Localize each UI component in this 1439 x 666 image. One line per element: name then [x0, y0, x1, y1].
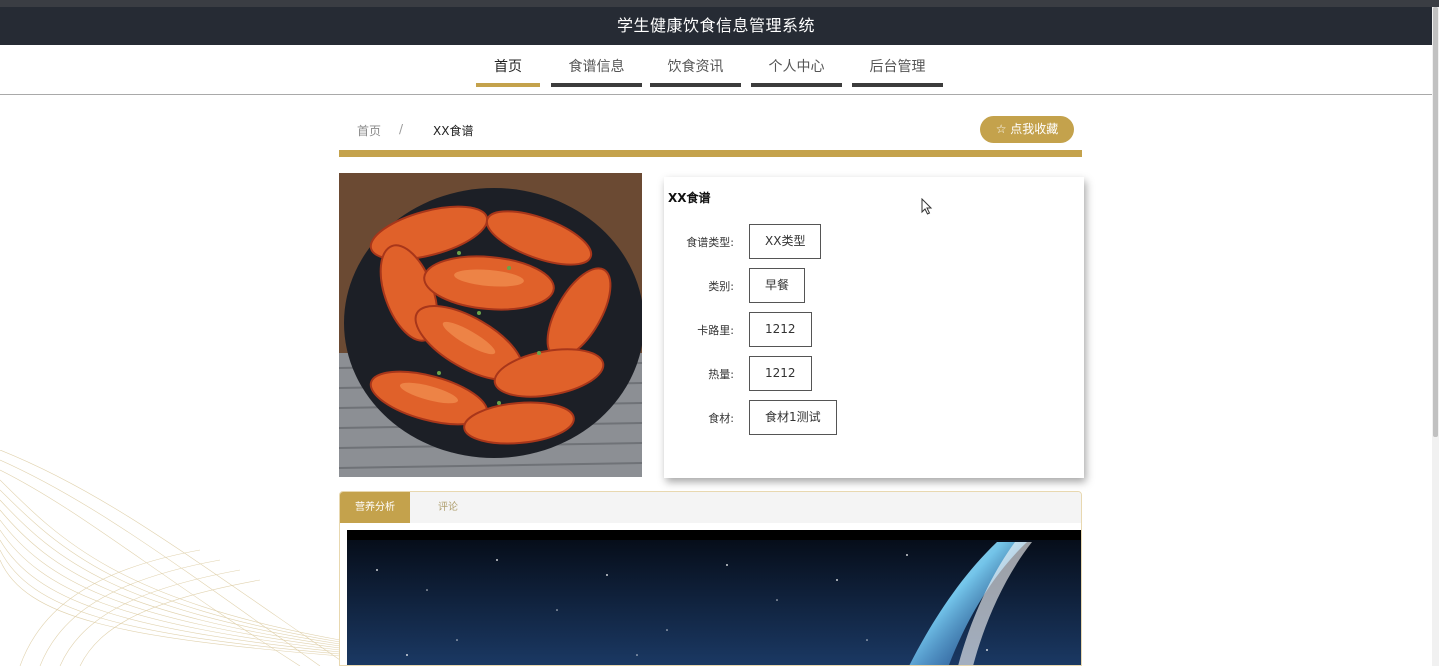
nav-item-diet-news[interactable]: 饮食资讯 — [650, 45, 741, 87]
field-label: 卡路里: — [697, 324, 734, 337]
recipe-photo — [339, 173, 642, 477]
site-title: 学生健康饮食信息管理系统 — [616, 16, 815, 35]
field-row-ingredients: 食材: 食材1测试 — [664, 400, 1064, 436]
browser-top-strip — [0, 0, 1439, 7]
tab-comments[interactable]: 评论 — [420, 492, 476, 523]
recipe-name: XX食谱 — [668, 191, 711, 205]
nutrition-banner-image — [347, 530, 1081, 665]
favorite-button[interactable]: ☆ 点我收藏 — [980, 116, 1074, 143]
field-value: 食材1测试 — [749, 400, 837, 435]
field-label: 热量: — [708, 368, 734, 381]
mouse-cursor-icon — [921, 198, 933, 215]
field-row-heat: 热量: 1212 — [664, 356, 1064, 392]
field-row-calories: 卡路里: 1212 — [664, 312, 1064, 348]
breadcrumb-separator: / — [399, 122, 404, 136]
nav-item-personal-center[interactable]: 个人中心 — [751, 45, 842, 87]
nav-item-home[interactable]: 首页 — [476, 45, 540, 87]
field-label: 食谱类型: — [686, 236, 734, 249]
detail-tabs: 营养分析 评论 — [339, 491, 1082, 666]
field-row-recipe-type: 食谱类型: XX类型 — [664, 224, 1064, 260]
field-value: XX类型 — [749, 224, 822, 259]
breadcrumb-home-link[interactable]: 首页 — [357, 122, 381, 139]
recipe-info-card: XX食谱 食谱类型: XX类型 类别: 早餐 卡路里: 1212 热量: 121… — [664, 177, 1084, 478]
tab-nutrition-analysis[interactable]: 营养分析 — [340, 492, 410, 523]
site-title-bar: 学生健康饮食信息管理系统 — [0, 7, 1432, 45]
field-value: 早餐 — [749, 268, 806, 303]
page-scrollbar[interactable] — [1432, 7, 1439, 666]
decorative-wave-lines — [0, 450, 340, 666]
nav-item-admin[interactable]: 后台管理 — [852, 45, 943, 87]
breadcrumb-current: XX食谱 — [433, 124, 474, 138]
main-nav: 首页 食谱信息 饮食资讯 个人中心 后台管理 — [0, 45, 1432, 95]
breadcrumb: 首页 / XX食谱 ☆ 点我收藏 — [339, 116, 1082, 146]
breadcrumb-divider — [339, 150, 1082, 157]
tab-bar: 营养分析 评论 — [340, 492, 1081, 523]
field-label: 食材: — [708, 412, 734, 425]
field-value: 1212 — [749, 312, 812, 347]
scrollbar-thumb[interactable] — [1433, 7, 1438, 437]
field-label: 类别: — [708, 280, 734, 293]
field-value: 1212 — [749, 356, 812, 391]
field-row-category: 类别: 早餐 — [664, 268, 1064, 304]
nav-item-recipes[interactable]: 食谱信息 — [551, 45, 642, 87]
